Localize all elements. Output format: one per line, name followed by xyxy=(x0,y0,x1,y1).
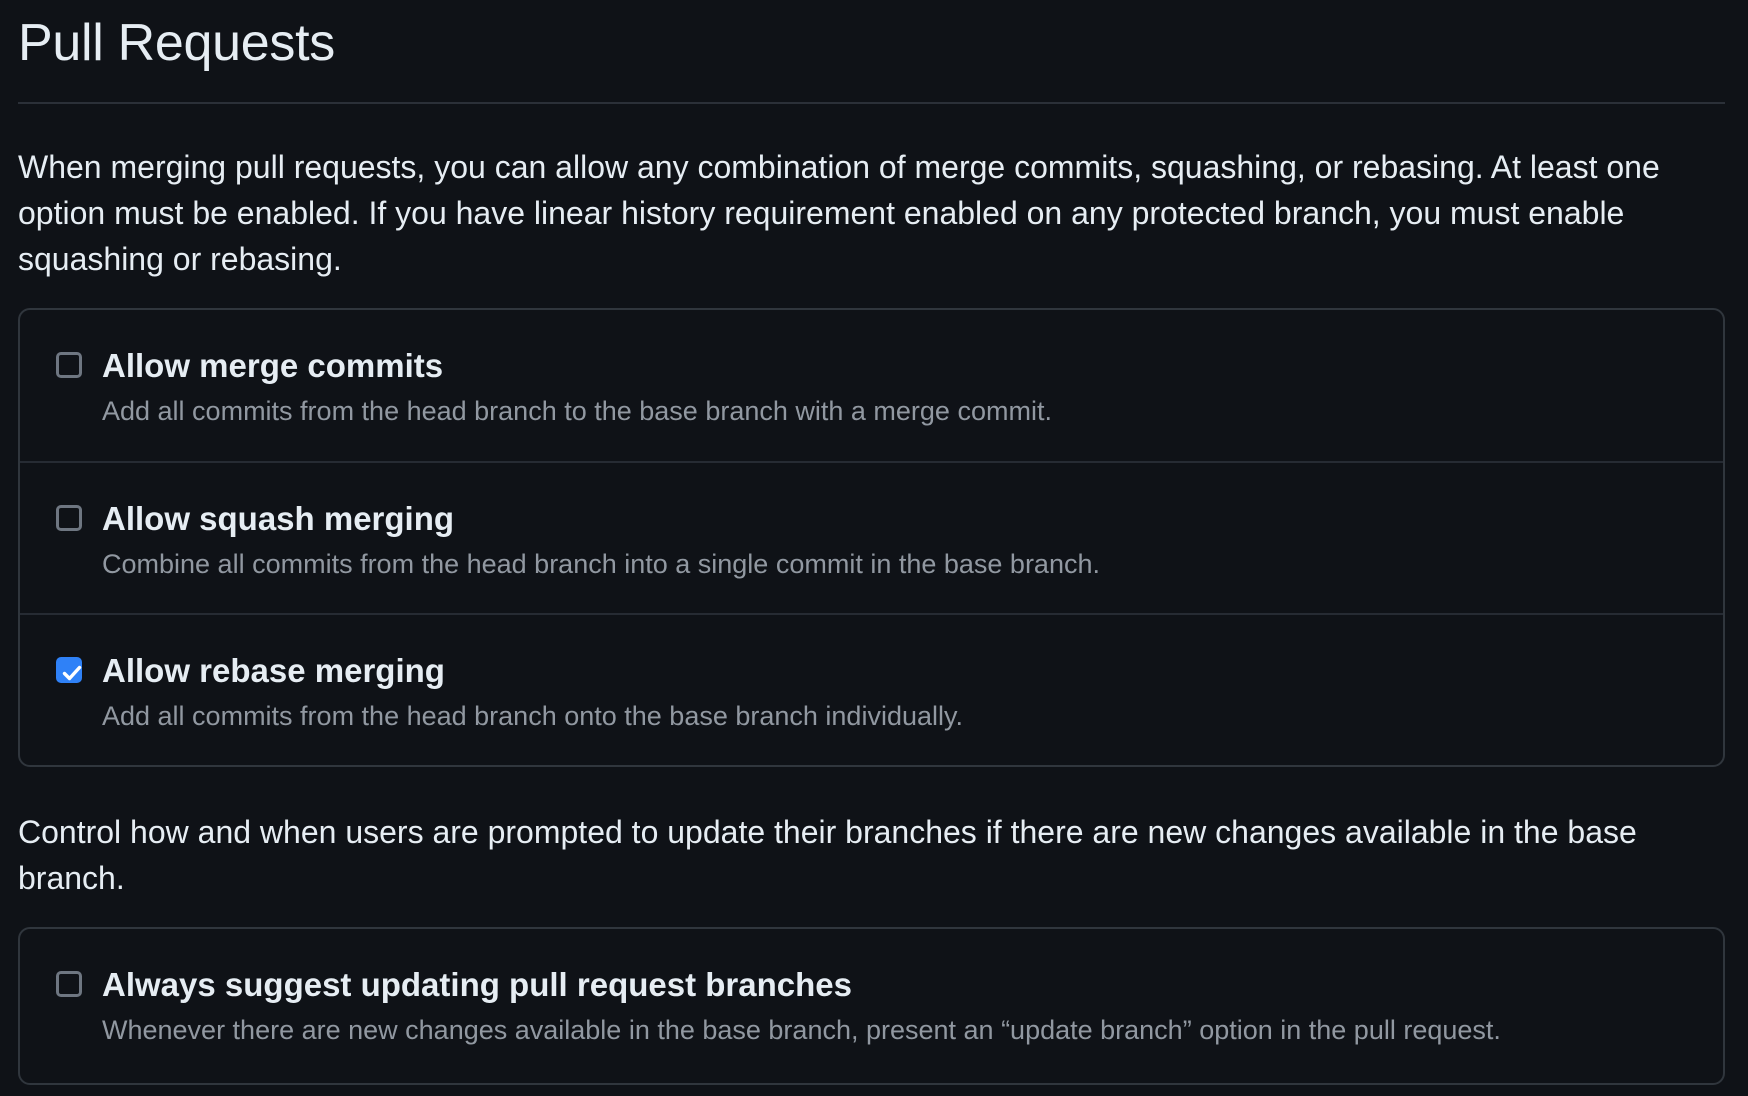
title-divider xyxy=(18,102,1725,104)
pull-requests-settings: Pull Requests When merging pull requests… xyxy=(18,0,1725,1085)
page-title: Pull Requests xyxy=(18,14,335,72)
option-allow-squash-merging: Allow squash merging Combine all commits… xyxy=(20,461,1723,613)
option-allow-merge-commits: Allow merge commits Add all commits from… xyxy=(20,310,1723,461)
option-description: Whenever there are new changes available… xyxy=(102,1015,1501,1045)
option-description: Add all commits from the head branch to … xyxy=(102,396,1052,426)
option-label[interactable]: Allow squash merging xyxy=(102,499,454,539)
option-label[interactable]: Always suggest updating pull request bra… xyxy=(102,965,852,1005)
check-icon xyxy=(62,665,82,681)
update-branches-intro-text: Control how and when users are prompted … xyxy=(18,814,1637,896)
option-allow-rebase-merging: Allow rebase merging Add all commits fro… xyxy=(20,613,1723,765)
update-options-box: Always suggest updating pull request bra… xyxy=(18,927,1725,1085)
option-description: Combine all commits from the head branch… xyxy=(102,549,1100,579)
allow-squash-merging-checkbox[interactable] xyxy=(56,505,82,531)
merge-options-box: Allow merge commits Add all commits from… xyxy=(18,308,1725,767)
option-label[interactable]: Allow rebase merging xyxy=(102,651,445,691)
allow-rebase-merging-checkbox[interactable] xyxy=(56,657,82,683)
option-label[interactable]: Allow merge commits xyxy=(102,346,443,386)
allow-merge-commits-checkbox[interactable] xyxy=(56,352,82,378)
always-suggest-updating-checkbox[interactable] xyxy=(56,971,82,997)
merge-intro-text: When merging pull requests, you can allo… xyxy=(18,149,1660,277)
option-always-suggest-updating: Always suggest updating pull request bra… xyxy=(20,929,1723,1083)
option-description: Add all commits from the head branch ont… xyxy=(102,701,963,731)
